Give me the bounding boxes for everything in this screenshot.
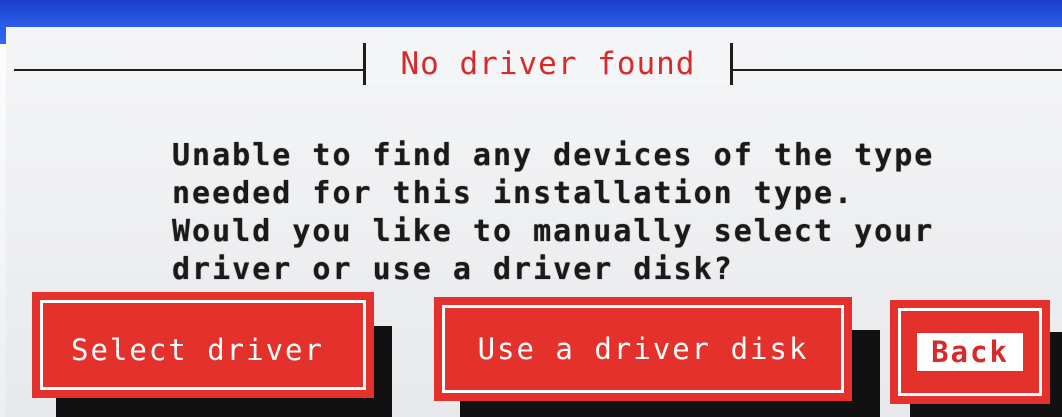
dialog-message: Unable to find any devices of the type n… [172,137,972,289]
button-border: Select driver [40,300,366,390]
message-line: Unable to find any devices of the type [172,138,935,173]
button-border: Use a driver disk [442,305,844,393]
message-line: Would you like to manually select your [172,214,935,249]
select-driver-label: Select driver [71,333,324,367]
use-driver-disk-button[interactable]: Use a driver disk [434,297,852,401]
back-focus-highlight: Back [917,333,1023,371]
dialog-title: No driver found [400,46,696,82]
message-line: needed for this installation type. [172,176,855,211]
button-border: Back [898,308,1042,396]
dialog-title-box: No driver found [363,43,733,85]
message-line: driver or use a driver disk? [172,252,734,287]
use-driver-disk-label: Use a driver disk [477,332,809,366]
select-driver-button[interactable]: Select driver [32,292,374,398]
back-button[interactable]: Back [890,300,1050,404]
screen: No driver found Unable to find any devic… [0,0,1062,417]
back-label: Back [931,335,1009,369]
